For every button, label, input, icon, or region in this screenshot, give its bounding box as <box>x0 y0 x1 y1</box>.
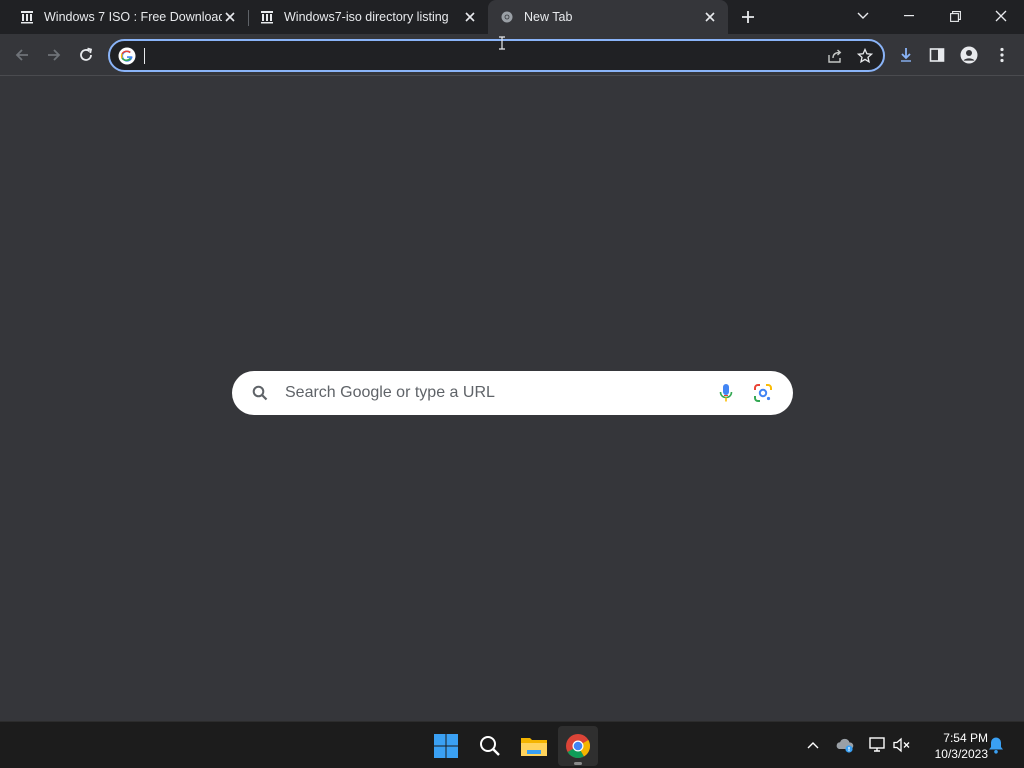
arrow-left-icon <box>15 49 28 61</box>
google-icon <box>118 47 136 65</box>
chevron-up-icon <box>807 742 819 749</box>
notifications-button[interactable] <box>985 734 1007 756</box>
share-icon <box>828 48 842 63</box>
taskbar: 7:54 PM 10/3/2023 <box>0 721 1024 768</box>
tab-windows7-iso-directory-listing[interactable]: Windows7-iso directory listing <box>240 0 488 34</box>
tab-strip: Windows 7 ISO : Free Download, Windows7-… <box>0 0 1024 34</box>
text-caret <box>144 47 145 64</box>
address-input[interactable] <box>153 43 823 68</box>
bell-icon <box>989 737 1003 754</box>
network-tray-icon[interactable] <box>866 734 888 756</box>
tab-close-icon[interactable] <box>702 9 718 25</box>
chrome-taskbar-button[interactable] <box>558 726 598 766</box>
tab-title: Windows 7 ISO : Free Download, <box>44 10 222 24</box>
plus-icon <box>742 11 754 23</box>
side-panel-button[interactable] <box>924 42 950 68</box>
start-button[interactable] <box>426 726 466 766</box>
tab-title: Windows7-iso directory listing <box>284 10 449 24</box>
clock-date: 10/3/2023 <box>934 747 988 761</box>
forward-button[interactable] <box>41 42 67 68</box>
search-placeholder: Search Google or type a URL <box>285 384 495 401</box>
new-tab-page: Search Google or type a URL <box>0 77 1024 720</box>
tab-title: New Tab <box>524 10 573 24</box>
taskbar-search-button[interactable] <box>470 726 510 766</box>
folder-icon <box>521 738 547 756</box>
new-tab-button[interactable] <box>736 5 760 29</box>
download-icon <box>901 48 911 62</box>
microphone-icon <box>719 384 733 402</box>
toolbar <box>0 34 1024 76</box>
taskbar-clock[interactable]: 7:54 PM 10/3/2023 <box>918 730 988 762</box>
profile-button[interactable] <box>956 42 982 68</box>
onedrive-tray-icon[interactable] <box>834 734 856 756</box>
chrome-icon <box>566 734 591 759</box>
network-icon <box>869 737 885 752</box>
bookmark-button[interactable] <box>853 44 877 68</box>
close-icon <box>995 10 1007 22</box>
person-icon <box>960 46 978 64</box>
google-lens-icon <box>754 384 772 402</box>
tab-new-tab[interactable]: New Tab <box>488 0 728 34</box>
archive-org-icon <box>260 10 274 24</box>
google-search-box[interactable]: Search Google or type a URL <box>232 371 793 415</box>
close-window-button[interactable] <box>978 0 1024 32</box>
restore-button[interactable] <box>932 0 978 32</box>
tab-search-button[interactable] <box>840 0 886 32</box>
reload-icon <box>80 47 93 61</box>
chevron-down-icon <box>857 12 869 19</box>
arrow-right-icon <box>48 49 61 61</box>
share-button[interactable] <box>823 44 847 68</box>
show-hidden-icons-button[interactable] <box>802 734 824 756</box>
running-indicator <box>574 762 582 765</box>
file-explorer-button[interactable] <box>514 726 554 766</box>
cloud-icon <box>836 738 854 753</box>
download-button[interactable] <box>893 42 919 68</box>
archive-org-icon <box>20 10 34 24</box>
tab-close-icon[interactable] <box>222 9 238 25</box>
chrome-menu-button[interactable] <box>989 42 1015 68</box>
minimize-icon <box>904 15 914 17</box>
back-button[interactable] <box>9 42 35 68</box>
volume-muted-icon <box>893 737 910 753</box>
search-icon <box>250 383 270 403</box>
restore-icon <box>949 10 961 22</box>
tab-windows7-iso-free-download[interactable]: Windows 7 ISO : Free Download, <box>0 0 248 34</box>
ibeam-cursor-icon <box>498 36 506 50</box>
address-bar[interactable] <box>108 39 885 72</box>
voice-search-button[interactable] <box>714 381 738 405</box>
side-panel-icon <box>929 48 945 62</box>
kebab-menu-icon <box>1000 47 1004 63</box>
volume-tray-icon[interactable] <box>891 734 913 756</box>
chrome-icon <box>500 10 514 24</box>
minimize-button[interactable] <box>886 0 932 32</box>
tab-close-icon[interactable] <box>462 9 478 25</box>
windows-logo-icon <box>434 734 458 758</box>
clock-time: 7:54 PM <box>943 731 988 745</box>
image-search-button[interactable] <box>751 381 775 405</box>
star-icon <box>857 47 873 63</box>
search-icon <box>480 736 500 756</box>
reload-button[interactable] <box>73 42 99 68</box>
